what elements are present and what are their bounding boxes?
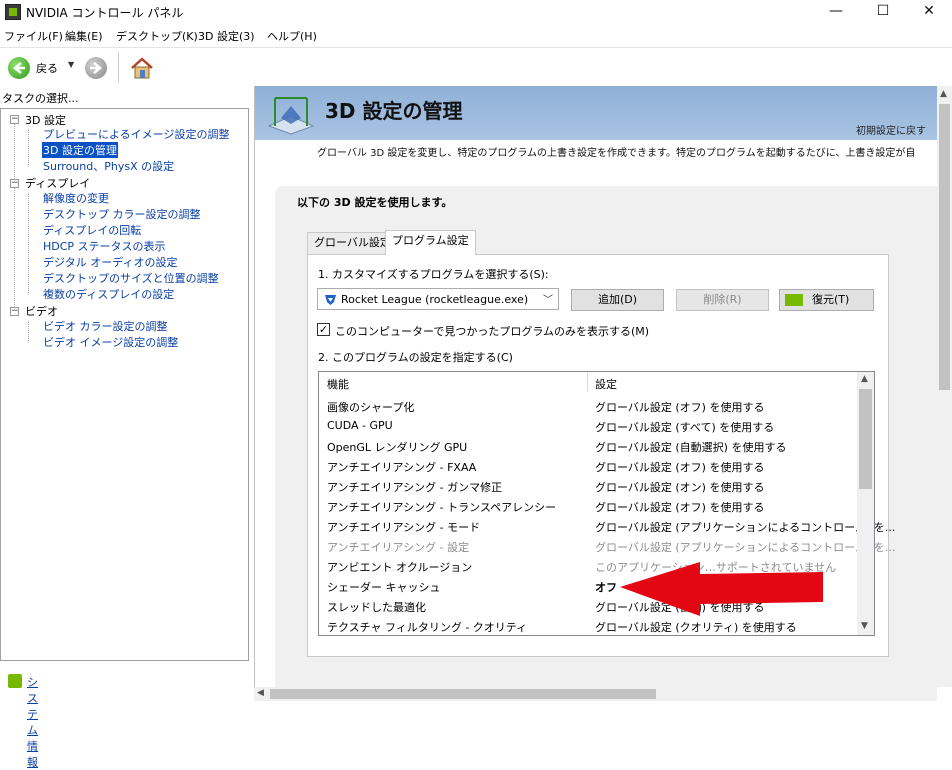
- collapse-video-icon[interactable]: −: [10, 307, 19, 316]
- row-feature[interactable]: アンビエント オクルージョン: [327, 559, 472, 575]
- tree-item-manage-3d[interactable]: 3D 設定の管理: [42, 142, 118, 158]
- close-button[interactable]: ✕: [906, 0, 952, 24]
- row-setting[interactable]: グローバル設定 (オフ) を使用する: [595, 499, 764, 515]
- menu-3d-settings[interactable]: 3D 設定(3): [198, 28, 255, 44]
- row-feature[interactable]: CUDA - GPU: [327, 419, 393, 432]
- tree-item-surround-physx[interactable]: Surround、PhysX の設定: [43, 158, 174, 174]
- menu-edit[interactable]: 編集(E): [65, 28, 103, 44]
- system-info-icon: [8, 674, 22, 688]
- row-setting[interactable]: グローバル設定 (アプリケーションによるコントロール) を...: [595, 539, 895, 555]
- menu-bar: ファイル(F) 編集(E) デスクトップ(K) 3D 設定(3) ヘルプ(H): [0, 26, 952, 46]
- row-setting[interactable]: グローバル設定 (自動選択) を使用する: [595, 439, 786, 455]
- row-feature[interactable]: アンチエイリアシング - モード: [327, 519, 480, 535]
- tree-item-multiple-displays[interactable]: 複数のディスプレイの設定: [43, 286, 174, 302]
- home-icon[interactable]: [129, 55, 155, 81]
- row-feature[interactable]: アンチエイリアシング - FXAA: [327, 459, 476, 475]
- card-title: 以下の 3D 設定を使用します。: [297, 196, 453, 209]
- main-hscroll-thumb[interactable]: [270, 689, 656, 699]
- collapse-3d-icon[interactable]: −: [10, 115, 19, 124]
- show-found-only-label[interactable]: このコンピューターで見つかったプログラムのみを表示する(M): [335, 323, 649, 339]
- restore-button-label: 復元(T): [812, 293, 850, 306]
- nvidia-app-icon: [5, 4, 21, 20]
- grid-scrollbar[interactable]: ▲ ▼: [857, 372, 874, 635]
- tree-item-rotate-display[interactable]: ディスプレイの回転: [43, 222, 141, 238]
- tree-item-video-color[interactable]: ビデオ カラー設定の調整: [43, 318, 168, 334]
- menu-file[interactable]: ファイル(F): [4, 28, 63, 44]
- row-feature[interactable]: アンチエイリアシング - 設定: [327, 539, 469, 555]
- back-dropdown-icon[interactable]: ▼: [68, 60, 74, 69]
- tree-group-display[interactable]: ディスプレイ: [25, 175, 90, 191]
- show-found-only-checkbox[interactable]: ✓: [317, 323, 330, 336]
- row-feature-shader-cache[interactable]: シェーダー キャッシュ: [327, 579, 441, 595]
- row-setting[interactable]: グローバル設定 (オフ) を使用する: [595, 399, 764, 415]
- toolbar-separator: [118, 52, 119, 82]
- tree-item-digital-audio[interactable]: デジタル オーディオの設定: [43, 254, 178, 270]
- restore-button[interactable]: 復元(T): [779, 289, 874, 311]
- back-label[interactable]: 戻る: [36, 60, 58, 76]
- row-setting[interactable]: グローバル設定 (オフ) を使用する: [595, 459, 764, 475]
- red-arrow-annotation: [620, 562, 825, 618]
- scroll-up-icon[interactable]: ▲: [861, 374, 868, 384]
- program-selected-value: Rocket League (rocketleague.exe): [341, 293, 529, 306]
- row-setting[interactable]: グローバル設定 (アプリケーションによるコントロール) を...: [595, 519, 895, 535]
- rocket-league-icon: [324, 293, 337, 306]
- tree-item-hdcp-status[interactable]: HDCP ステータスの表示: [43, 238, 166, 254]
- back-arrow-icon[interactable]: [8, 57, 30, 79]
- menu-desktop[interactable]: デスクトップ(K): [116, 28, 198, 44]
- chevron-down-icon[interactable]: ﹀: [543, 291, 553, 306]
- row-feature[interactable]: スレッドした最適化: [327, 599, 426, 615]
- main-vscroll-thumb[interactable]: [939, 104, 950, 390]
- step2-label: 2. このプログラムの設定を指定する(C): [318, 351, 513, 364]
- maximize-button[interactable]: ☐: [860, 0, 906, 24]
- menu-help[interactable]: ヘルプ(H): [267, 28, 317, 44]
- page-title: 3D 設定の管理: [325, 99, 463, 123]
- row-feature[interactable]: アンチエイリアシング - トランスペアレンシー: [327, 499, 556, 515]
- grid-scroll-thumb[interactable]: [859, 389, 872, 489]
- tree-item-resolution[interactable]: 解像度の変更: [43, 190, 109, 206]
- scroll-down-icon[interactable]: ▼: [861, 621, 868, 631]
- task-tree: − 3D 設定 プレビューによるイメージ設定の調整 3D 設定の管理 Surro…: [0, 108, 249, 661]
- page-description: グローバル 3D 設定を変更し、特定のプログラムの上書き設定を作成できます。特定…: [317, 148, 916, 159]
- row-setting[interactable]: グローバル設定 (すべて) を使用する: [595, 419, 774, 435]
- column-divider[interactable]: [587, 373, 588, 391]
- row-feature[interactable]: OpenGL レンダリング GPU: [327, 439, 467, 455]
- tree-group-video[interactable]: ビデオ: [25, 303, 58, 319]
- scroll-up-icon[interactable]: ▲: [940, 89, 947, 99]
- remove-button[interactable]: 削除(R): [676, 289, 769, 311]
- add-button[interactable]: 追加(D): [571, 289, 664, 311]
- collapse-display-icon[interactable]: −: [10, 179, 19, 188]
- tree-item-desktop-size[interactable]: デスクトップのサイズと位置の調整: [43, 270, 219, 286]
- main-vertical-scrollbar[interactable]: ▲: [937, 86, 952, 687]
- program-select[interactable]: Rocket League (rocketleague.exe) ﹀: [317, 288, 559, 310]
- row-setting-shader-cache[interactable]: オフ: [595, 579, 617, 595]
- forward-arrow-icon[interactable]: [85, 57, 107, 79]
- row-setting[interactable]: グローバル設定 (クオリティ) を使用する: [595, 619, 797, 635]
- 3d-settings-icon: [265, 92, 317, 136]
- toolbar: 戻る ▼: [0, 47, 952, 85]
- tree-item-video-image[interactable]: ビデオ イメージ設定の調整: [43, 334, 178, 350]
- main-horizontal-scrollbar[interactable]: ◀: [254, 687, 937, 701]
- column-header-setting[interactable]: 設定: [595, 376, 617, 392]
- task-select-label: タスクの選択...: [2, 92, 79, 105]
- tree-item-desktop-color[interactable]: デスクトップ カラー設定の調整: [43, 206, 201, 222]
- page-header: 3D 設定の管理 初期設定に戻す: [255, 86, 937, 140]
- row-setting[interactable]: グローバル設定 (オン) を使用する: [595, 479, 764, 495]
- system-info-label[interactable]: システム情報: [27, 674, 38, 770]
- step1-label: 1. カスタマイズするプログラムを選択する(S):: [318, 268, 549, 281]
- window-title: NVIDIA コントロール パネル: [26, 6, 184, 20]
- minimize-button[interactable]: —: [813, 0, 859, 24]
- row-feature[interactable]: 画像のシャープ化: [327, 399, 414, 415]
- nvidia-logo-icon: [785, 294, 803, 306]
- row-feature[interactable]: アンチエイリアシング - ガンマ修正: [327, 479, 502, 495]
- restore-defaults-link[interactable]: 初期設定に戻す: [856, 122, 926, 137]
- column-header-feature[interactable]: 機能: [327, 376, 349, 392]
- row-feature[interactable]: テクスチャ フィルタリング - クオリティ: [327, 619, 527, 635]
- tree-item-image-preview[interactable]: プレビューによるイメージ設定の調整: [43, 126, 229, 142]
- tab-program-settings[interactable]: プログラム設定: [385, 230, 476, 255]
- title-bar: NVIDIA コントロール パネル — ☐ ✕: [0, 0, 952, 24]
- scroll-left-icon[interactable]: ◀: [257, 688, 264, 698]
